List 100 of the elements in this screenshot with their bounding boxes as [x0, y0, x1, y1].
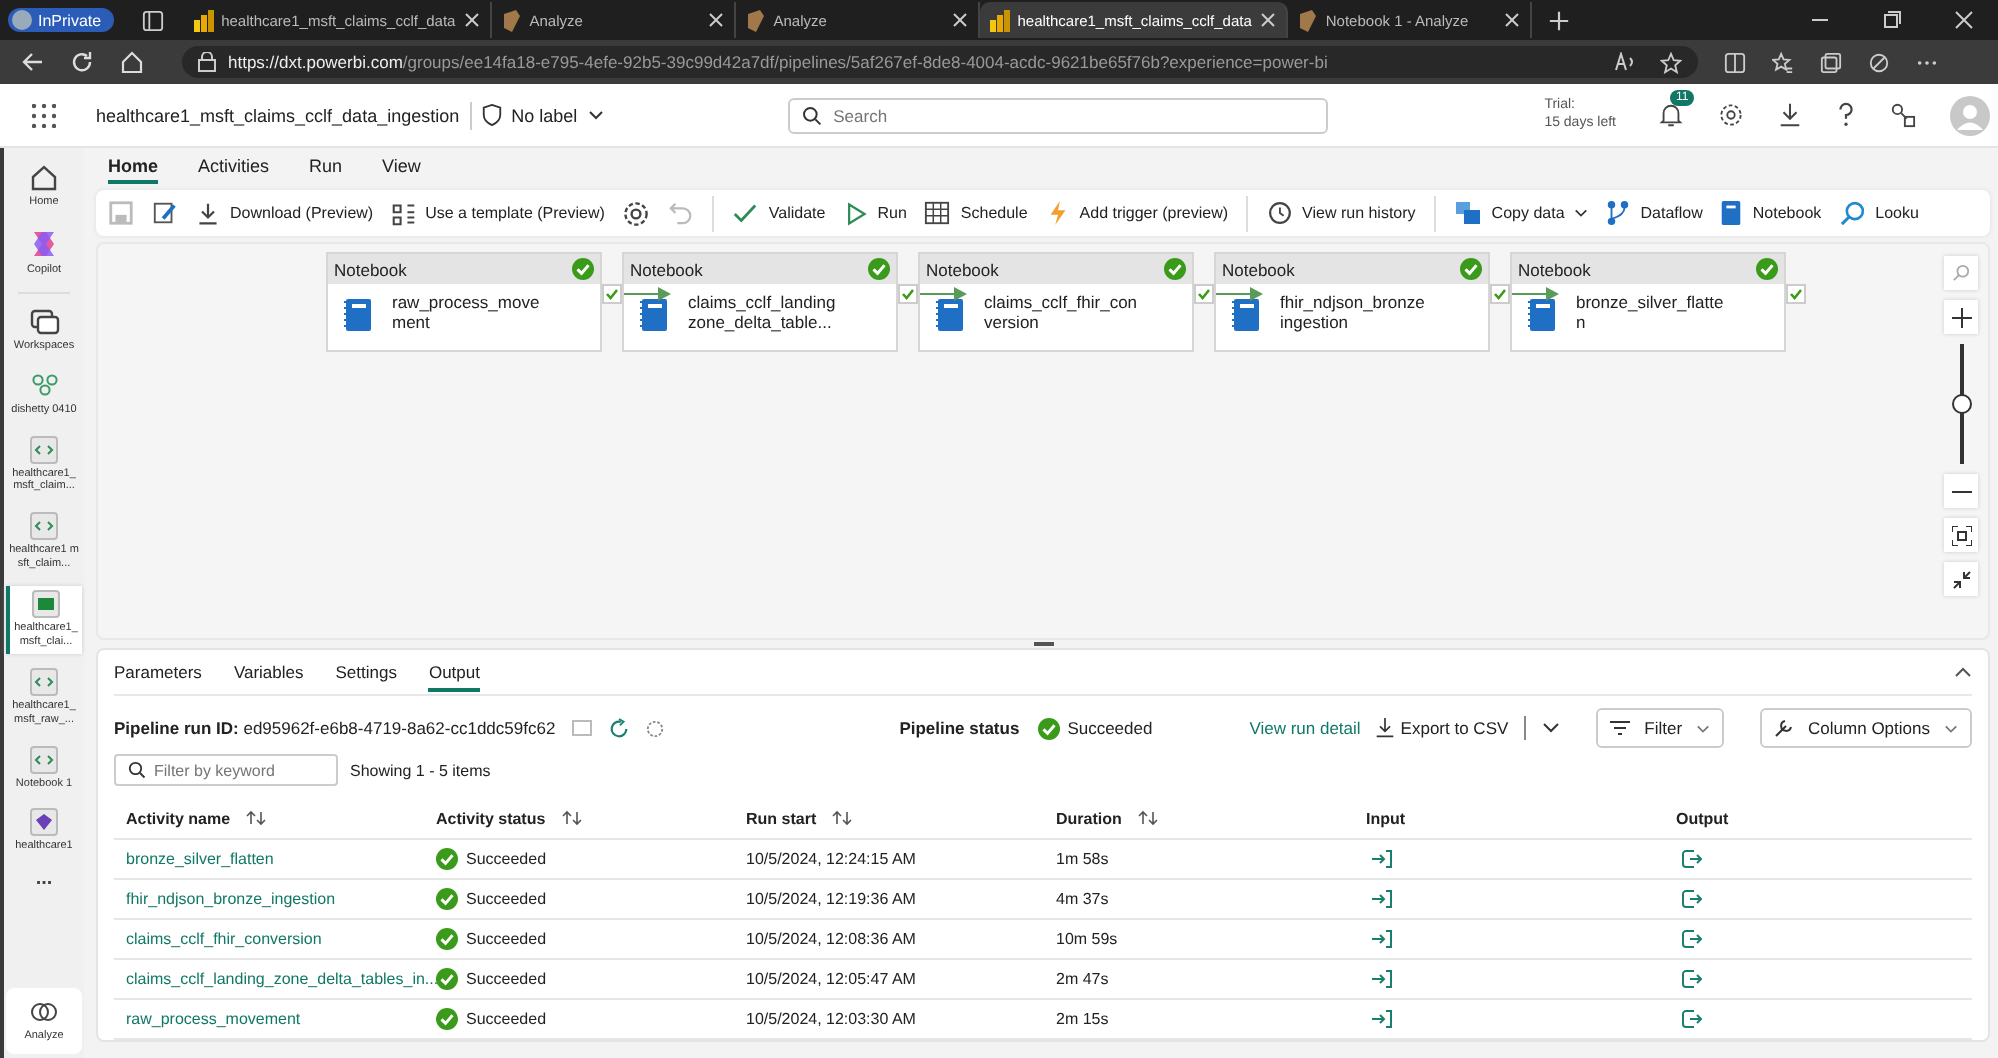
activity-node[interactable]: Notebook raw_process_move ment: [326, 252, 602, 353]
status-icon: [436, 928, 458, 950]
sensitivity-label-button[interactable]: No label: [481, 104, 604, 126]
favorites-icon[interactable]: [1772, 51, 1794, 73]
input-icon[interactable]: [1372, 930, 1392, 948]
close-tab-icon[interactable]: [463, 12, 480, 28]
input-icon[interactable]: [1372, 890, 1392, 908]
notebook-icon: [1528, 297, 1556, 332]
split-screen-icon[interactable]: [1724, 51, 1746, 73]
column-header[interactable]: Output: [1676, 809, 1729, 827]
validate-button[interactable]: Validate: [732, 200, 826, 226]
zoom-out-button[interactable]: [1944, 474, 1978, 509]
column-header[interactable]: Duration: [1056, 809, 1122, 827]
extensions-icon[interactable]: [1868, 51, 1890, 73]
new-tab-icon[interactable]: [1547, 9, 1570, 31]
schedule-button[interactable]: Schedule: [924, 200, 1028, 226]
column-header[interactable]: Activity name: [126, 809, 231, 827]
cancel-icon[interactable]: [645, 719, 664, 737]
copy-button[interactable]: Copy data: [1453, 200, 1589, 226]
app-launcher-icon[interactable]: [32, 103, 56, 127]
export-button[interactable]: Export to CSV: [1376, 718, 1509, 738]
settings-icon[interactable]: [1718, 102, 1744, 128]
refresh-icon[interactable]: [607, 717, 630, 739]
history-button[interactable]: View run history: [1266, 200, 1416, 226]
filter-field[interactable]: Filter by keyword: [114, 754, 338, 786]
output-icon[interactable]: [1682, 930, 1702, 948]
table-cell: 10/5/2024, 12:19:36 AM: [746, 890, 916, 908]
template-button[interactable]: Use a template (Preview): [391, 201, 605, 225]
sort-icon[interactable]: [246, 810, 267, 826]
activity-name: claims_cclf_landing zone_delta_table...: [688, 294, 836, 334]
trigger-button[interactable]: Add trigger (preview): [1045, 200, 1229, 226]
dataflow-button[interactable]: Dataflow: [1606, 200, 1703, 226]
settings-button[interactable]: [622, 199, 651, 227]
search-field[interactable]: Search: [787, 97, 1328, 133]
output-icon[interactable]: [1682, 1010, 1702, 1028]
filter-button[interactable]: Filter: [1596, 708, 1725, 748]
tab-actions-icon[interactable]: [141, 9, 164, 31]
address-field[interactable]: https://dxt.powerbi.com/groups/ee14fa18-e795-4efe-92b5-39c99d42a7df/pipelines/5af267ef-8de8-4004-acdc-9621be65f76b?experience=power-bi: [182, 46, 1698, 78]
status-icon: [436, 888, 458, 910]
close-tab-icon[interactable]: [1259, 12, 1276, 28]
activity-node[interactable]: Notebook fhir_ndjson_bronze ingestion: [1214, 252, 1490, 353]
bell-icon[interactable]: [1658, 102, 1684, 128]
activity-link[interactable]: fhir_ndjson_bronze_ingestion: [126, 890, 336, 908]
output-icon[interactable]: [1682, 970, 1702, 988]
panel-tab[interactable]: Settings: [335, 653, 397, 691]
panel-tab[interactable]: Output: [428, 653, 480, 691]
input-icon[interactable]: [1372, 1010, 1392, 1028]
download-button[interactable]: Download (Preview): [196, 201, 374, 225]
ribbon-tab[interactable]: Run: [309, 155, 343, 184]
sort-icon[interactable]: [1137, 810, 1158, 826]
home-icon[interactable]: [120, 50, 144, 74]
sort-icon[interactable]: [561, 810, 582, 826]
output-icon[interactable]: [1682, 850, 1702, 868]
panel-tab[interactable]: Parameters: [114, 653, 202, 691]
column-header[interactable]: Run start: [746, 809, 817, 827]
column-header[interactable]: Activity status: [436, 809, 546, 827]
activity-link[interactable]: raw_process_movement: [126, 1010, 301, 1028]
close-icon[interactable]: [1954, 10, 1974, 30]
close-tab-icon[interactable]: [1503, 12, 1520, 28]
share-icon[interactable]: [1890, 102, 1916, 128]
lookup-button[interactable]: Looku: [1839, 200, 1919, 226]
output-icon[interactable]: [1682, 890, 1702, 908]
close-tab-icon[interactable]: [707, 12, 724, 28]
ribbon-tab[interactable]: Activities: [198, 155, 270, 184]
read-aloud-icon[interactable]: [1614, 52, 1636, 72]
notebook-icon: [640, 297, 668, 332]
restore-icon[interactable]: [1882, 10, 1902, 30]
activity-node[interactable]: Notebook claims_cclf_landing zone_delta_table...: [622, 252, 898, 353]
close-tab-icon[interactable]: [951, 12, 968, 28]
ribbon-tab[interactable]: View: [382, 155, 421, 184]
input-icon[interactable]: [1372, 970, 1392, 988]
chevron-up-icon[interactable]: [1954, 666, 1972, 678]
collapse-button[interactable]: [1944, 562, 1978, 597]
download-icon[interactable]: [1778, 102, 1802, 128]
edit-button[interactable]: [152, 200, 178, 226]
zoom-thumb[interactable]: [1951, 394, 1971, 415]
back-icon[interactable]: [20, 50, 44, 74]
help-icon[interactable]: [1836, 102, 1856, 128]
zoom-in-button[interactable]: [1944, 300, 1978, 335]
fit-to-screen-button[interactable]: [1944, 518, 1978, 553]
activity-node[interactable]: Notebook bronze_silver_flatte n: [1510, 252, 1786, 353]
input-icon[interactable]: [1372, 850, 1392, 868]
activity-link[interactable]: claims_cclf_fhir_conversion: [126, 930, 322, 948]
column-options-button[interactable]: Column Options: [1760, 708, 1972, 748]
activity-link[interactable]: bronze_silver_flatten: [126, 850, 274, 868]
column-header[interactable]: Input: [1366, 809, 1406, 827]
run-button[interactable]: Run: [843, 201, 907, 225]
notebook-button[interactable]: Notebook: [1720, 200, 1822, 226]
profile-button[interactable]: InPrivate: [8, 8, 114, 32]
chevron-down-icon[interactable]: [1542, 722, 1561, 734]
sort-icon[interactable]: [832, 810, 853, 826]
more-button[interactable]: ...: [35, 868, 53, 891]
activity-node[interactable]: Notebook claims_cclf_fhir_con version: [918, 252, 1194, 353]
ribbon-tab[interactable]: Home: [108, 155, 159, 184]
view-run-detail-link[interactable]: View run detail: [1249, 718, 1361, 738]
item-title[interactable]: healthcare1_msft_claims_cclf_data_ingestion: [96, 105, 460, 125]
activity-link[interactable]: claims_cclf_landing_zone_delta_tables_in...: [126, 970, 439, 988]
star-icon[interactable]: [1660, 51, 1682, 73]
panel-tab[interactable]: Variables: [233, 653, 304, 691]
collections-icon[interactable]: [1820, 51, 1842, 73]
